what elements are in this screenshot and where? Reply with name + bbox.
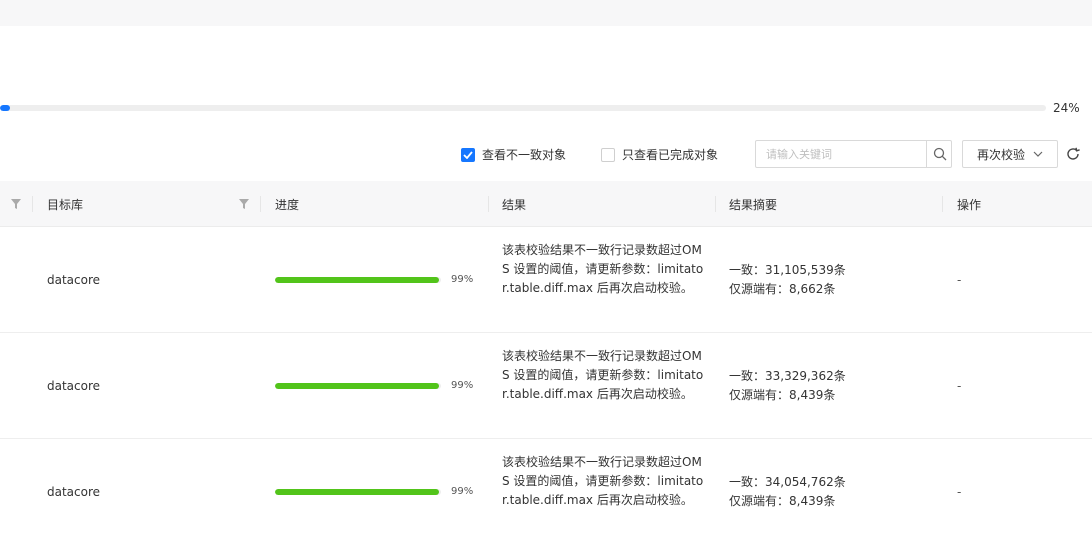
target-db: datacore bbox=[47, 485, 101, 499]
row-progress-track bbox=[275, 383, 441, 389]
column-divider bbox=[32, 196, 33, 212]
row-progress-percent: 99% bbox=[451, 486, 474, 497]
overall-progress-fill bbox=[0, 105, 11, 111]
search-icon bbox=[933, 147, 946, 161]
summary-source-only: 仅源端有：8,439条 bbox=[729, 388, 836, 402]
table-header: 目标库 进度 结果 结果摘要 操作 bbox=[0, 181, 1092, 227]
row-progress-track bbox=[275, 489, 441, 495]
recheck-label: 再次校验 bbox=[976, 147, 1025, 162]
header-result: 结果 bbox=[502, 197, 527, 212]
filter-inconsistent-checkbox[interactable]: 查看不一致对象 bbox=[461, 146, 566, 163]
column-divider bbox=[715, 196, 716, 212]
result-text: 该表校验结果不一致行记录数超过OMS 设置的阈值，请更新参数：limitator… bbox=[502, 349, 704, 401]
filter-icon[interactable] bbox=[10, 198, 22, 210]
row-progress: 99% bbox=[275, 380, 475, 392]
row-progress-percent: 99% bbox=[451, 274, 474, 285]
result-text: 该表校验结果不一致行记录数超过OMS 设置的阈值，请更新参数：limitator… bbox=[502, 243, 704, 295]
header-summary: 结果摘要 bbox=[729, 197, 778, 212]
checkbox-box[interactable] bbox=[601, 147, 615, 162]
recheck-dropdown-button[interactable]: 再次校验 bbox=[962, 140, 1058, 168]
refresh-icon bbox=[1067, 147, 1080, 160]
row-progress-track bbox=[275, 277, 441, 283]
result-summary: 一致：31,105,539条 仅源端有：8,662条 bbox=[729, 261, 846, 299]
row-progress: 99% bbox=[275, 274, 475, 286]
table-row: datacore 99% 该表校验结果不一致行记录数超过OMS 设置的阈值，请更… bbox=[0, 333, 1092, 439]
filter-completed-label: 只查看已完成对象 bbox=[622, 148, 719, 162]
overall-progress-percent: 24% bbox=[1053, 101, 1080, 115]
filter-icon[interactable] bbox=[238, 198, 250, 210]
row-action: - bbox=[957, 485, 962, 499]
summary-source-only: 仅源端有：8,439条 bbox=[729, 494, 836, 508]
target-db: datacore bbox=[47, 379, 101, 393]
summary-consistent: 一致：34,054,762条 bbox=[729, 475, 846, 489]
chevron-down-icon bbox=[1033, 151, 1043, 157]
row-progress-fill bbox=[275, 277, 440, 283]
row-progress: 99% bbox=[275, 486, 475, 498]
row-progress-fill bbox=[275, 489, 440, 495]
column-divider bbox=[488, 196, 489, 212]
search-button[interactable] bbox=[926, 141, 952, 167]
row-action: - bbox=[957, 273, 962, 287]
row-action: - bbox=[957, 379, 962, 393]
search-input[interactable] bbox=[756, 141, 926, 167]
refresh-button[interactable] bbox=[1064, 145, 1082, 163]
summary-consistent: 一致：31,105,539条 bbox=[729, 263, 846, 277]
row-progress-fill bbox=[275, 383, 440, 389]
search-box bbox=[755, 140, 952, 168]
filter-inconsistent-label: 查看不一致对象 bbox=[482, 148, 567, 162]
overall-progress-track bbox=[0, 105, 1046, 111]
target-db: datacore bbox=[47, 273, 101, 287]
table-row: datacore 99% 该表校验结果不一致行记录数超过OMS 设置的阈值，请更… bbox=[0, 227, 1092, 333]
top-header-strip bbox=[0, 0, 1092, 26]
result-text: 该表校验结果不一致行记录数超过OMS 设置的阈值，请更新参数：limitator… bbox=[502, 455, 704, 507]
column-divider bbox=[942, 196, 943, 212]
toolbar: 查看不一致对象 只查看已完成对象 再次校验 bbox=[0, 140, 1092, 168]
table-row: datacore 99% 该表校验结果不一致行记录数超过OMS 设置的阈值，请更… bbox=[0, 439, 1092, 543]
row-progress-percent: 99% bbox=[451, 380, 474, 391]
filter-completed-checkbox[interactable]: 只查看已完成对象 bbox=[601, 146, 718, 163]
check-icon[interactable] bbox=[461, 147, 475, 162]
header-actions: 操作 bbox=[957, 197, 982, 212]
header-progress: 进度 bbox=[275, 197, 300, 212]
overall-progress: 24% bbox=[0, 100, 1092, 120]
summary-source-only: 仅源端有：8,662条 bbox=[729, 282, 836, 296]
summary-consistent: 一致：33,329,362条 bbox=[729, 369, 846, 383]
comparison-table: 目标库 进度 结果 结果摘要 操作 datacore 99% 该表校验结果不一致… bbox=[0, 181, 1092, 543]
header-target: 目标库 bbox=[47, 197, 84, 212]
result-summary: 一致：33,329,362条 仅源端有：8,439条 bbox=[729, 367, 846, 405]
column-divider bbox=[260, 196, 261, 212]
result-summary: 一致：34,054,762条 仅源端有：8,439条 bbox=[729, 473, 846, 511]
